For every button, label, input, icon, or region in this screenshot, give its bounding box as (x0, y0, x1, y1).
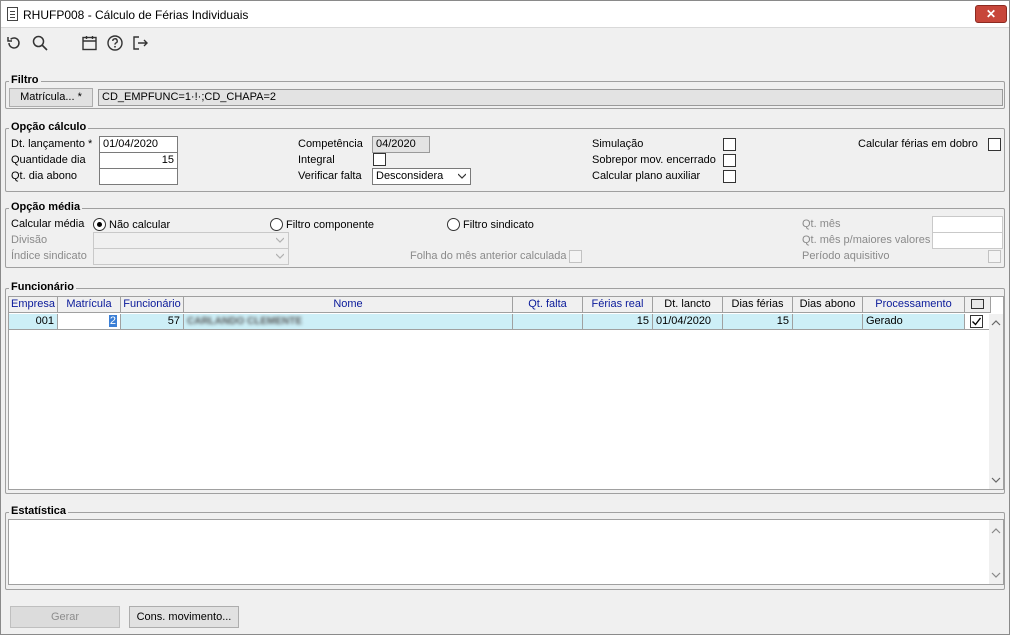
radio-filtro-componente-label: Filtro componente (286, 219, 375, 231)
cell-dias-abono[interactable] (793, 314, 863, 330)
document-icon (7, 7, 18, 21)
col-header-matricula[interactable]: Matrícula (58, 297, 121, 313)
opcao-media-label: Opção média (9, 201, 83, 213)
opcao-calculo-label: Opção cálculo (9, 121, 89, 133)
funcionario-label: Funcionário (9, 281, 76, 293)
periodo-aquisitivo-checkbox (988, 250, 1001, 263)
sobrepor-checkbox[interactable] (723, 154, 736, 167)
col-header-funcionario[interactable]: Funcionário (121, 297, 184, 313)
main-window: RHUFP008 - Cálculo de Férias Individuais… (0, 0, 1010, 635)
calc-plano-label: Calcular plano auxiliar (592, 170, 701, 182)
quantidade-dia-label: Quantidade dia (11, 154, 86, 166)
divisao-label: Divisão (11, 234, 48, 246)
competencia-field: 04/2020 (372, 136, 430, 153)
col-header-empresa[interactable]: Empresa (9, 297, 58, 313)
qt-mes-maiores-field (932, 232, 1003, 249)
filtro-label: Filtro (9, 74, 41, 86)
cell-select[interactable] (965, 314, 991, 330)
qt-mes-field (932, 216, 1003, 233)
folha-mes-checkbox (569, 250, 582, 263)
cell-matricula[interactable]: 2 (58, 314, 121, 330)
close-button[interactable]: ✕ (975, 5, 1007, 23)
funcionario-table: Empresa Matrícula Funcionário Nome Qt. f… (8, 296, 1004, 490)
window-title: RHUFP008 - Cálculo de Férias Individuais (23, 8, 249, 22)
cell-processamento[interactable]: Gerado (863, 314, 965, 330)
exit-icon[interactable] (131, 34, 149, 52)
simulacao-label: Simulação (592, 138, 644, 150)
col-header-qt-falta[interactable]: Qt. falta (513, 297, 583, 313)
calcular-media-label: Calcular média (11, 218, 85, 230)
radio-filtro-componente[interactable] (270, 218, 283, 231)
cell-ferias-real[interactable]: 15 (583, 314, 653, 330)
cell-funcionario[interactable]: 57 (121, 314, 184, 330)
chevron-up-icon[interactable] (991, 318, 1001, 328)
estatistica-textarea[interactable] (8, 519, 1004, 585)
simulacao-checkbox[interactable] (723, 138, 736, 151)
estatistica-label: Estatística (9, 505, 69, 517)
undo-icon[interactable] (5, 34, 23, 52)
cell-nome-text: CARLANDO CLEMENTE (187, 316, 302, 327)
col-header-select[interactable] (965, 297, 991, 313)
cell-nome[interactable]: CARLANDO CLEMENTE (184, 314, 513, 330)
cell-qt-falta[interactable] (513, 314, 583, 330)
col-header-dias-ferias[interactable]: Dias férias (723, 297, 793, 313)
qt-mes-maiores-label: Qt. mês p/maiores valores (802, 234, 931, 246)
integral-checkbox[interactable] (373, 153, 386, 166)
quantidade-dia-field[interactable]: 15 (99, 152, 178, 169)
row-checkbox-checked[interactable] (970, 315, 983, 328)
competencia-label: Competência (298, 138, 363, 150)
verificar-falta-select[interactable]: Desconsidera (372, 168, 471, 185)
search-icon[interactable] (31, 34, 49, 52)
folha-mes-label: Folha do mês anterior calculada (410, 250, 567, 262)
select-all-icon (971, 299, 984, 309)
col-header-dias-abono[interactable]: Dias abono (793, 297, 863, 313)
col-header-ferias-real[interactable]: Férias real (583, 297, 653, 313)
divisao-select (93, 232, 289, 249)
integral-label: Integral (298, 154, 335, 166)
col-header-nome[interactable]: Nome (184, 297, 513, 313)
help-icon[interactable] (106, 34, 124, 52)
radio-nao-calcular[interactable] (93, 218, 106, 231)
cell-matricula-text: 2 (108, 315, 117, 327)
cell-dt-lancto[interactable]: 01/04/2020 (653, 314, 723, 330)
indice-sindicato-select (93, 248, 289, 265)
chevron-down-icon (276, 253, 284, 259)
dt-lancamento-label: Dt. lançamento * (11, 138, 93, 150)
qt-dia-abono-label: Qt. dia abono (11, 170, 78, 182)
sobrepor-label: Sobrepor mov. encerrado (592, 154, 716, 166)
verificar-falta-label: Verificar falta (298, 170, 362, 182)
calc-plano-checkbox[interactable] (723, 170, 736, 183)
col-header-processamento[interactable]: Processamento (863, 297, 965, 313)
estatistica-scrollbar[interactable] (989, 520, 1003, 584)
radio-filtro-sindicato[interactable] (447, 218, 460, 231)
gerar-button[interactable]: Gerar (10, 606, 120, 628)
cell-dias-ferias[interactable]: 15 (723, 314, 793, 330)
periodo-aquisitivo-label: Período aquisitivo (802, 250, 890, 262)
filtro-field[interactable]: CD_EMPFUNC=1·!·;CD_CHAPA=2 (98, 89, 1003, 106)
table-scrollbar[interactable] (989, 314, 1003, 489)
chevron-down-icon (276, 237, 284, 243)
radio-filtro-sindicato-label: Filtro sindicato (463, 219, 534, 231)
dt-lancamento-field[interactable]: 01/04/2020 (99, 136, 178, 153)
radio-nao-calcular-label: Não calcular (109, 219, 171, 231)
calc-dobro-checkbox[interactable] (988, 138, 1001, 151)
chevron-down-icon[interactable] (991, 570, 1001, 580)
title-bar: RHUFP008 - Cálculo de Férias Individuais… (1, 1, 1009, 28)
qt-dia-abono-field[interactable] (99, 168, 178, 185)
verificar-falta-value: Desconsidera (376, 170, 444, 182)
chevron-up-icon[interactable] (991, 526, 1001, 536)
chevron-down-icon (458, 173, 466, 179)
toolbar (1, 31, 1009, 57)
chevron-down-icon[interactable] (991, 475, 1001, 485)
cell-empresa[interactable]: 001 (9, 314, 58, 330)
col-header-dt-lancto[interactable]: Dt. lancto (653, 297, 723, 313)
qt-mes-label: Qt. mês (802, 218, 841, 230)
cons-movimento-button[interactable]: Cons. movimento... (129, 606, 239, 628)
indice-sindicato-label: Índice sindicato (11, 250, 87, 262)
matricula-button[interactable]: Matrícula... * (9, 88, 93, 107)
calc-dobro-label: Calcular férias em dobro (858, 138, 978, 150)
calendar-icon[interactable] (81, 34, 99, 52)
